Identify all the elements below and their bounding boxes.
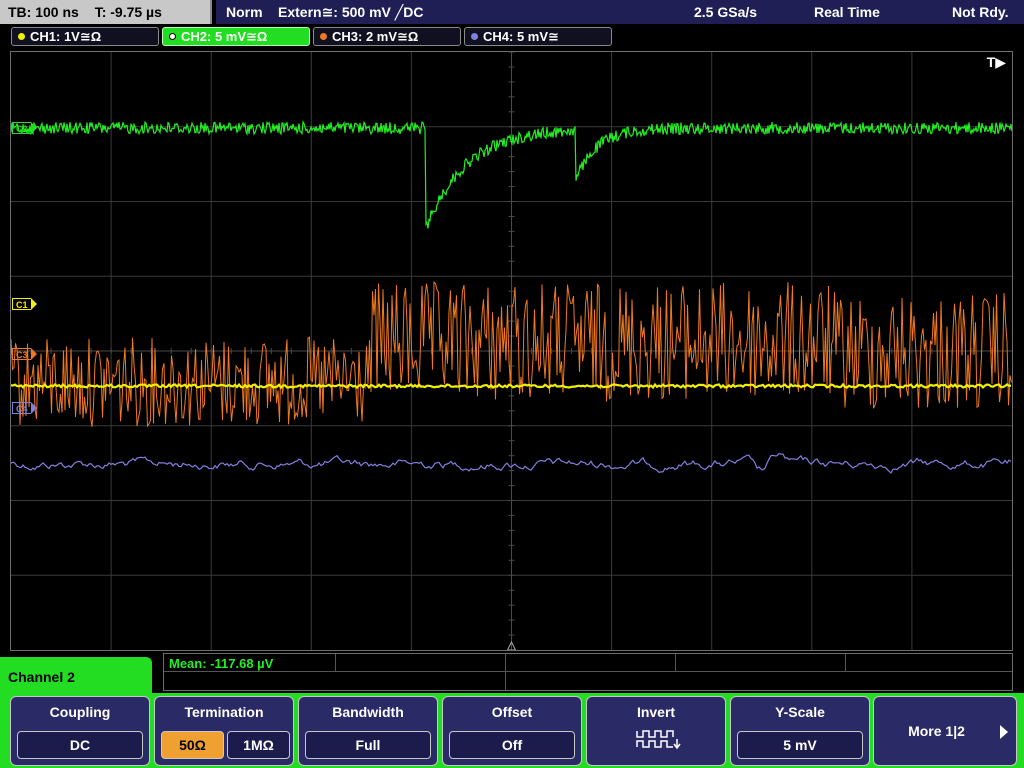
trigger-position-marker[interactable]: T▶ [987, 54, 1006, 71]
invert-waveform-icon [636, 730, 681, 750]
ch2-offset-marker[interactable]: C2 [12, 122, 36, 134]
coupling-softkey[interactable]: Coupling DC [10, 696, 150, 766]
measurement-divider [164, 671, 1012, 672]
measurement-cell-divider [335, 654, 336, 671]
yscale-label: Y-Scale [775, 704, 825, 720]
measurement-cell-divider [845, 654, 846, 671]
tab-ch1[interactable]: CH1: 1V≅Ω [11, 27, 159, 46]
ch3-offset-marker[interactable]: C3 [12, 348, 36, 360]
offset-value[interactable]: Off [449, 731, 575, 759]
timebase-readout: TB: 100 ns [8, 4, 79, 20]
measurement-cell-divider [505, 654, 506, 690]
yscale-value[interactable]: 5 mV [737, 731, 863, 759]
ch4-color-icon [471, 33, 478, 40]
status-bar: TB: 100 ns T: -9.75 µs Norm Extern≅: 500… [0, 0, 1024, 24]
menu-title: Channel 2 [0, 657, 152, 697]
mean-measurement: Mean: -117.68 µV [169, 656, 274, 671]
more-label: More 1|2 [908, 723, 965, 739]
bandwidth-value[interactable]: Full [305, 731, 431, 759]
invert-softkey[interactable]: Invert [586, 696, 726, 766]
more-button[interactable]: More 1|2 [873, 696, 1017, 766]
ch3-label: CH3: 2 mV≅Ω [332, 29, 419, 44]
yscale-softkey[interactable]: Y-Scale 5 mV [730, 696, 870, 766]
invert-label: Invert [636, 704, 676, 720]
bandwidth-softkey[interactable]: Bandwidth Full [298, 696, 438, 766]
bandwidth-label: Bandwidth [332, 704, 404, 720]
coupling-label: Coupling [49, 704, 111, 720]
offset-label: Offset [491, 704, 533, 720]
measurement-panel[interactable]: Mean: -117.68 µV [163, 653, 1013, 691]
ch1-color-icon [18, 33, 25, 40]
trigger-status: Not Rdy. [952, 4, 1009, 20]
trigger-time-readout: T: -9.75 µs [94, 4, 162, 20]
offset-softkey[interactable]: Offset Off [442, 696, 582, 766]
timebase-box[interactable]: TB: 100 ns T: -9.75 µs [0, 0, 212, 24]
waveform-canvas [11, 52, 1012, 650]
ch3-color-icon [320, 33, 327, 40]
sample-rate: 2.5 GSa/s [694, 4, 758, 20]
ch4-offset-marker[interactable]: C4 [12, 402, 36, 414]
ch2-color-icon [169, 33, 176, 40]
waveform-display[interactable]: T▶ C2 C1 C3 C4 [10, 51, 1013, 651]
tab-ch4[interactable]: CH4: 5 mV≅ [464, 27, 612, 46]
termination-1mohm-option[interactable]: 1MΩ [227, 731, 290, 759]
coupling-value[interactable]: DC [17, 731, 143, 759]
trigger-source: Extern≅: 500 mV ╱DC [278, 4, 424, 20]
tab-ch2[interactable]: CH2: 5 mV≅Ω [162, 27, 310, 46]
termination-label: Termination [184, 704, 264, 720]
ch1-offset-marker[interactable]: C1 [12, 298, 36, 310]
channel-tabs: CH1: 1V≅Ω CH2: 5 mV≅Ω CH3: 2 mV≅Ω CH4: 5… [0, 25, 1024, 49]
termination-softkey[interactable]: Termination 50Ω 1MΩ [154, 696, 294, 766]
tab-ch3[interactable]: CH3: 2 mV≅Ω [313, 27, 461, 46]
ch1-label: CH1: 1V≅Ω [30, 29, 102, 44]
termination-50ohm-option[interactable]: 50Ω [161, 731, 224, 759]
measurement-cell-divider [675, 654, 676, 671]
acquisition-mode: Real Time [814, 4, 880, 20]
arrow-right-icon [1000, 725, 1008, 739]
ch2-label: CH2: 5 mV≅Ω [181, 29, 268, 44]
ch4-label: CH4: 5 mV≅ [483, 29, 559, 44]
trigger-info-bar[interactable]: Norm Extern≅: 500 mV ╱DC 2.5 GSa/s Real … [216, 0, 1024, 24]
trigger-mode: Norm [226, 4, 263, 20]
